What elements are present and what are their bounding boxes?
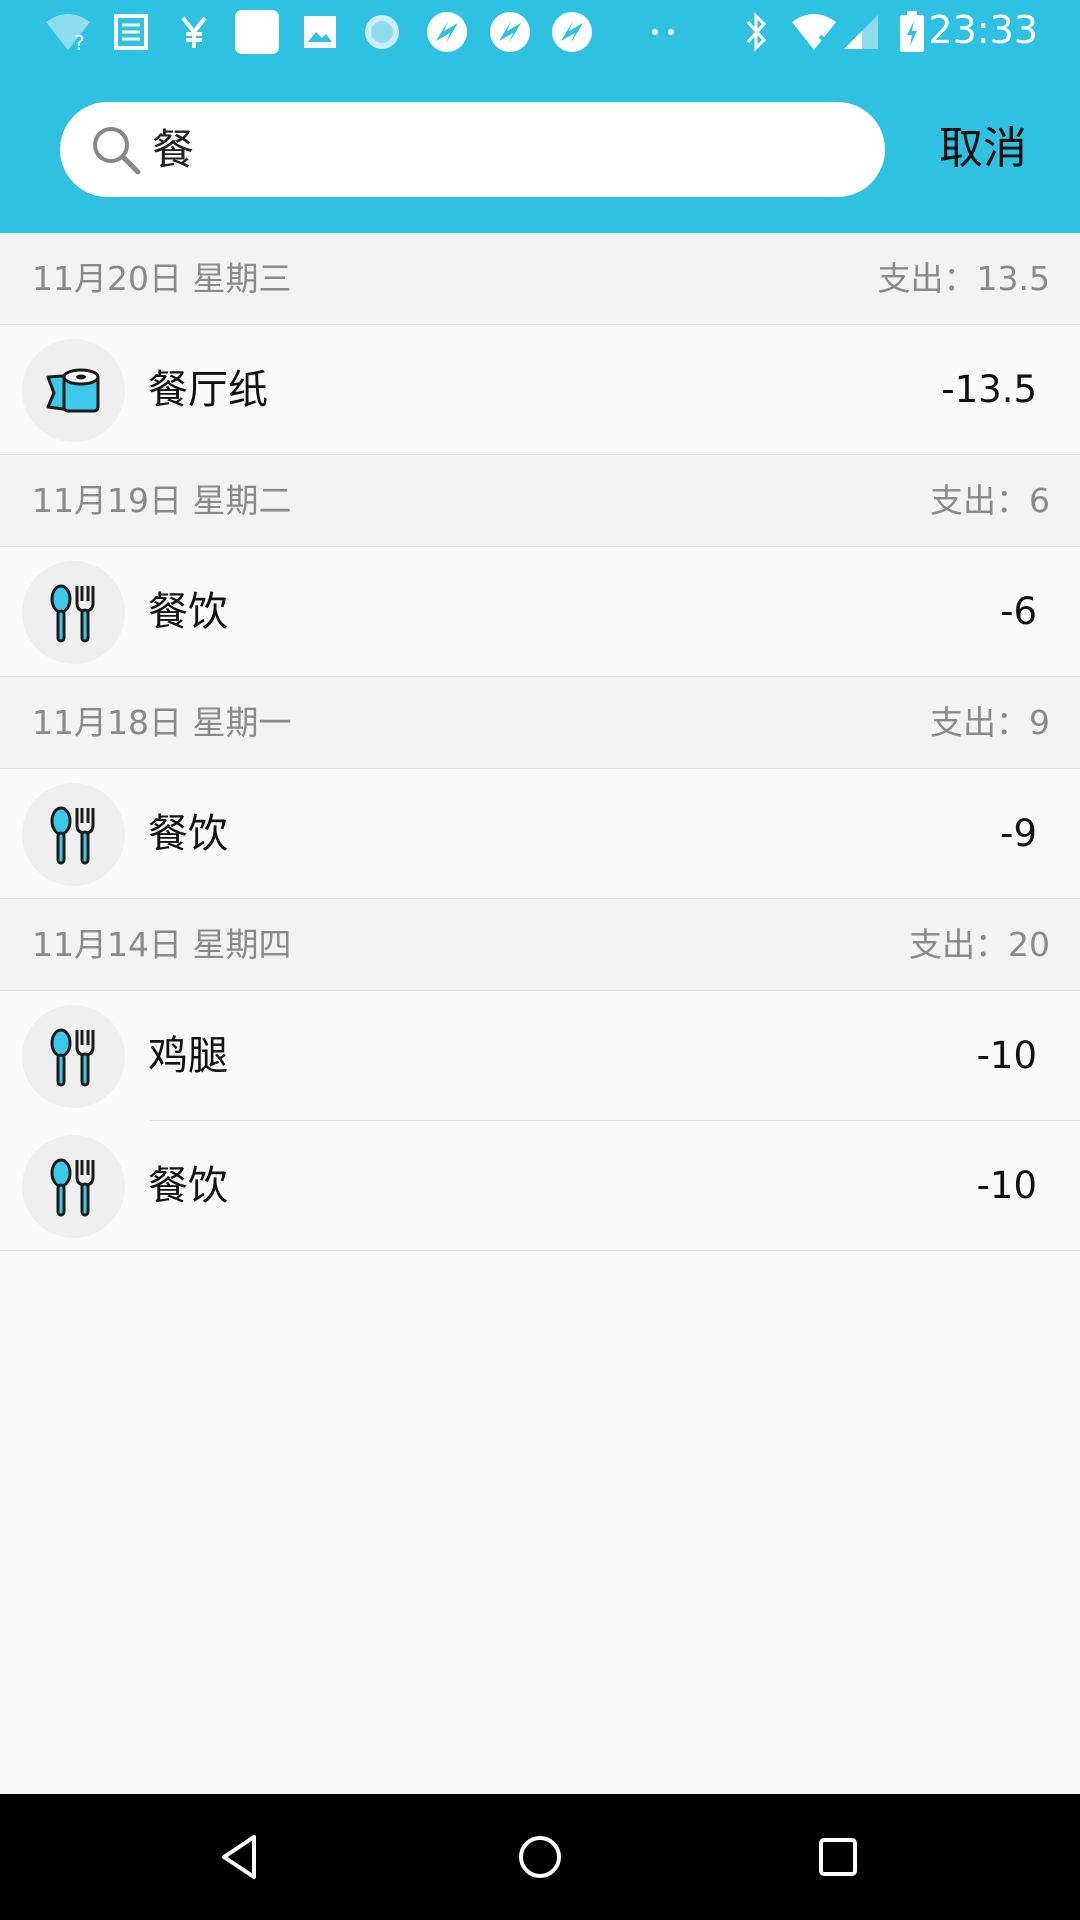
date-group-header: 11月19日 星期二 支出：6: [0, 455, 1080, 547]
list-item[interactable]: 鸡腿 -10: [0, 991, 1080, 1121]
wifi-question-icon: ?: [44, 12, 92, 52]
list-item[interactable]: 餐饮 -9: [0, 769, 1080, 899]
search-icon: [93, 127, 141, 175]
signal-icon: [842, 12, 880, 52]
group-total: 支出：13.5: [877, 259, 1050, 298]
results-list: 11月20日 星期三 支出：13.5 餐厅纸 -13.5 11月19日 星期二 …: [0, 233, 1080, 1251]
group-date: 11月18日 星期一: [32, 703, 292, 742]
item-amount: -10: [976, 1034, 1037, 1077]
item-label: 鸡腿: [148, 1033, 228, 1079]
back-icon[interactable]: [210, 1827, 270, 1887]
group-total: 支出：9: [930, 703, 1050, 742]
list-item[interactable]: 餐饮 -10: [0, 1121, 1080, 1251]
date-group-header: 11月14日 星期四 支出：20: [0, 899, 1080, 991]
app-icon: [488, 12, 532, 52]
news-icon: [108, 12, 152, 52]
navigation-bar: [0, 1794, 1080, 1920]
item-amount: -6: [1000, 590, 1037, 633]
group-date: 11月19日 星期二: [32, 481, 292, 520]
utensils-icon: [22, 1135, 125, 1238]
more-dots-icon: [650, 12, 676, 52]
list-item[interactable]: 餐饮 -6: [0, 547, 1080, 677]
group-date: 11月14日 星期四: [32, 925, 292, 964]
app-icon: [425, 12, 469, 52]
toilet-paper-icon: [22, 339, 125, 442]
group-date: 11月20日 星期三: [32, 259, 292, 298]
search-query: 餐: [152, 125, 195, 174]
home-icon[interactable]: [510, 1827, 570, 1887]
utensils-icon: [22, 783, 125, 886]
status-time: 23:33: [928, 8, 1038, 52]
square-icon: [234, 10, 280, 54]
utensils-icon: [22, 1005, 125, 1108]
loading-icon: [362, 12, 402, 52]
item-label: 餐饮: [148, 589, 228, 635]
app-icon: [550, 12, 594, 52]
utensils-icon: [22, 561, 125, 664]
list-item[interactable]: 餐厅纸 -13.5: [0, 325, 1080, 455]
date-group-header: 11月18日 星期一 支出：9: [0, 677, 1080, 769]
group-total: 支出：6: [930, 481, 1050, 520]
header-bar: ? 23:33 餐 取消: [0, 0, 1080, 233]
image-icon: [300, 12, 340, 52]
recents-icon[interactable]: [808, 1827, 868, 1887]
bluetooth-icon: [742, 12, 772, 52]
item-label: 餐厅纸: [148, 367, 268, 413]
battery-charging-icon: [898, 11, 926, 52]
yen-icon: [176, 12, 212, 52]
cancel-button[interactable]: 取消: [918, 118, 1048, 180]
item-amount: -10: [976, 1164, 1037, 1207]
item-label: 餐饮: [148, 1163, 228, 1209]
item-amount: -13.5: [941, 368, 1037, 411]
date-group-header: 11月20日 星期三 支出：13.5: [0, 233, 1080, 325]
item-amount: -9: [1000, 812, 1037, 855]
group-total: 支出：20: [909, 925, 1050, 964]
status-bar: ? 23:33: [0, 0, 1080, 66]
svg-text:?: ?: [74, 31, 85, 52]
search-input[interactable]: 餐: [60, 102, 885, 197]
wifi-x-icon: [790, 12, 840, 52]
item-label: 餐饮: [148, 811, 228, 857]
